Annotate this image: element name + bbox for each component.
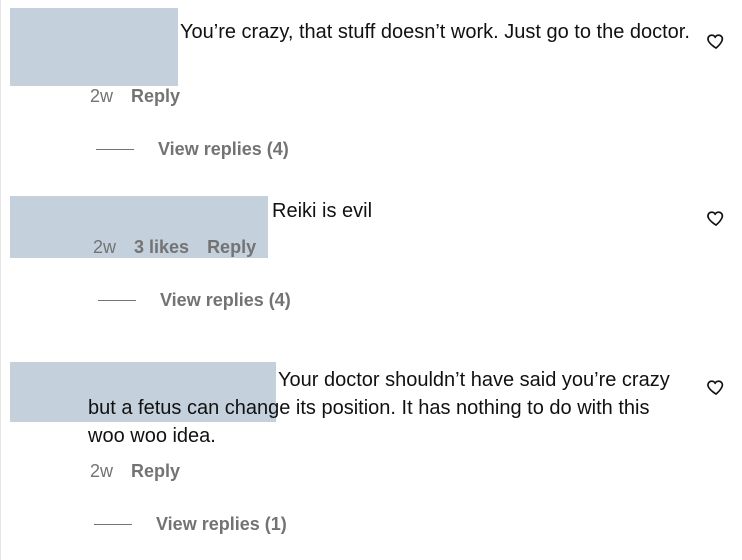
timestamp: 2w bbox=[90, 461, 114, 481]
view-replies-label: View replies (1) bbox=[156, 514, 287, 534]
reply-button[interactable]: Reply bbox=[131, 86, 180, 107]
heart-outline-icon[interactable] bbox=[706, 208, 726, 228]
comment-meta: 2w Reply bbox=[90, 461, 180, 482]
heart-outline-icon[interactable] bbox=[706, 377, 726, 397]
divider-line bbox=[98, 300, 136, 301]
timestamp: 2w bbox=[93, 237, 117, 257]
comment-text: Your doctor shouldn’t have said you’re c… bbox=[88, 369, 670, 447]
view-replies-button[interactable]: View replies (1) bbox=[94, 514, 287, 535]
view-replies-button[interactable]: View replies (4) bbox=[96, 139, 289, 160]
timestamp: 2w bbox=[90, 86, 114, 106]
reply-button[interactable]: Reply bbox=[207, 237, 256, 258]
likes-count[interactable]: 3 likes bbox=[134, 237, 189, 258]
heart-outline-icon[interactable] bbox=[706, 31, 726, 51]
comment-text: You’re crazy, that stuff doesn’t work. J… bbox=[180, 21, 690, 43]
view-replies-label: View replies (4) bbox=[158, 139, 289, 159]
comment-2: Reiki is evil 2w 3 likes Reply View repl… bbox=[0, 170, 742, 340]
divider-line bbox=[96, 149, 134, 150]
view-replies-label: View replies (4) bbox=[160, 290, 291, 310]
divider-line bbox=[94, 524, 132, 525]
comment-3: Your doctor shouldn’t have said you’re c… bbox=[0, 340, 742, 560]
view-replies-button[interactable]: View replies (4) bbox=[98, 290, 291, 311]
reply-button[interactable]: Reply bbox=[131, 461, 180, 482]
comment-text: Reiki is evil bbox=[272, 200, 373, 222]
comment-meta: 2w 3 likes Reply bbox=[93, 237, 256, 258]
comment-meta: 2w Reply bbox=[90, 86, 180, 107]
comment-1: You’re crazy, that stuff doesn’t work. J… bbox=[0, 0, 742, 170]
